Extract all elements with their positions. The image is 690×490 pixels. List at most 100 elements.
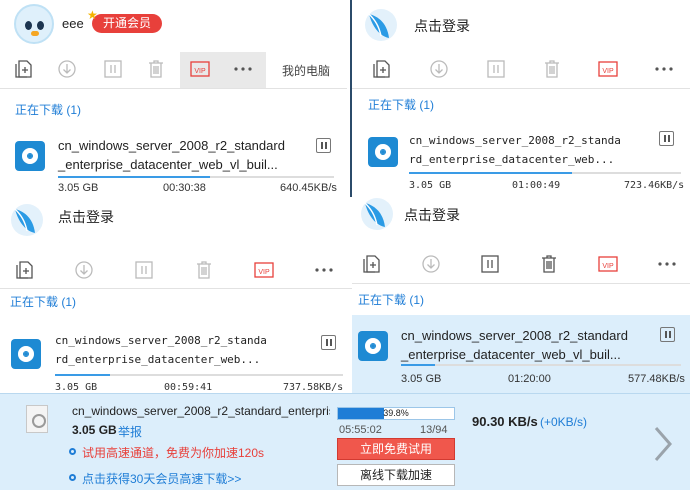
svg-text:VIP: VIP (602, 68, 614, 75)
more-icon[interactable] (233, 59, 253, 79)
header: 点击登录 (352, 0, 690, 48)
toolbar: VIP (352, 247, 690, 283)
svg-text:VIP: VIP (602, 263, 614, 270)
more-icon[interactable] (314, 260, 334, 280)
new-task-icon[interactable] (362, 254, 382, 274)
login-link[interactable]: 点击登录 (404, 205, 460, 225)
toolbar: VIP 我的电脑 (0, 52, 347, 88)
svg-text:VIP: VIP (194, 68, 206, 75)
file-size: 3.05 GB (55, 382, 98, 393)
file-name[interactable]: cn_windows_server_2008_r2_standard_enter… (72, 404, 330, 418)
my-computer-link[interactable]: 我的电脑 (282, 62, 330, 79)
delete-icon[interactable] (146, 59, 166, 79)
crown-icon: ★ (87, 8, 98, 22)
file-name-line1: cn_windows_server_2008_r2_standard (58, 138, 285, 153)
piece-count: 13/94 (420, 424, 448, 436)
pause-icon[interactable] (486, 59, 506, 79)
open-vip-button[interactable]: 开通会员 (92, 14, 162, 33)
new-task-icon[interactable] (372, 59, 392, 79)
document-file-icon (26, 405, 48, 433)
bullet-icon (69, 474, 76, 481)
pause-button[interactable] (316, 138, 331, 153)
disc-file-icon (11, 339, 41, 369)
download-speed: 640.45KB/s (280, 182, 337, 194)
avatar[interactable] (14, 4, 54, 44)
pause-button[interactable] (660, 327, 675, 342)
bird-logo-icon[interactable] (10, 203, 44, 237)
downloading-section-title[interactable]: 正在下载 (1) (368, 96, 434, 113)
start-download-icon[interactable] (429, 59, 449, 79)
file-size: 3.05 GB (72, 423, 117, 437)
new-task-icon[interactable] (14, 59, 34, 79)
pause-icon[interactable] (103, 59, 123, 79)
header: 点击登录 (0, 197, 352, 245)
more-icon[interactable] (654, 59, 674, 79)
vip-trial-panel: cn_windows_server_2008_r2_standard_enter… (0, 393, 690, 490)
progress-percent: 39.8% (383, 408, 409, 418)
progress-bar (409, 172, 681, 174)
more-icon[interactable] (657, 254, 677, 274)
vip-offer-link[interactable]: 点击获得30天会员高速下载>> (82, 470, 241, 487)
progress-bar (58, 176, 334, 178)
download-speed: 90.30 KB/s (472, 414, 538, 429)
elapsed-time: 00:59:41 (164, 382, 213, 393)
screenshot-collage: eee 开通会员 ★ VIP 我的电脑 正在下载 (1) cn_windows_… (0, 0, 690, 490)
divider (0, 88, 347, 89)
panel-guest-b: 点击登录 VIP 正在下载 (1) cn_windows_server_2008… (0, 197, 352, 393)
start-download-icon[interactable] (74, 260, 94, 280)
remaining-time: 05:55:02 (339, 424, 382, 436)
progress-fill (409, 172, 573, 174)
vip-icon[interactable]: VIP (254, 260, 274, 280)
file-name-line1: cn_windows_server_2008_r2_standa (55, 334, 267, 347)
file-name[interactable]: cn_windows_server_2008_r2_standard _ente… (58, 136, 285, 174)
speed-boost: (+0KB/s) (540, 415, 588, 429)
pause-button[interactable] (321, 335, 336, 350)
progress-fill (401, 364, 435, 366)
bird-logo-icon[interactable] (360, 197, 394, 231)
chevron-right-icon[interactable] (650, 424, 676, 464)
panel-logged-in: eee 开通会员 ★ VIP 我的电脑 正在下载 (1) cn_windows_… (0, 0, 347, 197)
file-size: 3.05 GB (401, 373, 442, 385)
delete-icon[interactable] (542, 59, 562, 79)
pause-icon[interactable] (480, 254, 500, 274)
trial-channel-text[interactable]: 试用高速通道，免费为你加速120s (82, 444, 264, 461)
disc-file-icon (358, 331, 388, 361)
downloading-section-title[interactable]: 正在下载 (1) (15, 101, 81, 118)
start-download-icon[interactable] (421, 254, 441, 274)
new-task-icon[interactable] (15, 260, 35, 280)
login-link[interactable]: 点击登录 (58, 207, 114, 227)
toolbar: VIP (0, 253, 352, 289)
pause-icon[interactable] (134, 260, 154, 280)
progress-fill (58, 176, 210, 178)
downloading-section-title[interactable]: 正在下载 (1) (10, 293, 76, 310)
progress-bar: 39.8% (337, 407, 455, 420)
file-name[interactable]: cn_windows_server_2008_r2_standard _ente… (401, 326, 628, 364)
delete-icon[interactable] (194, 260, 214, 280)
pause-button[interactable] (659, 131, 674, 146)
bullet-icon (69, 448, 76, 455)
panel-guest-c: 点击登录 VIP 正在下载 (1) cn_windows_server_2008… (352, 197, 690, 393)
divider (352, 283, 690, 284)
disc-file-icon (15, 141, 45, 171)
toolbar: VIP (352, 52, 690, 88)
vip-icon[interactable]: VIP (598, 59, 618, 79)
login-link[interactable]: 点击登录 (414, 16, 470, 36)
vip-icon[interactable]: VIP (190, 59, 210, 79)
username[interactable]: eee (62, 16, 84, 31)
elapsed-time: 01:20:00 (508, 373, 551, 385)
divider (0, 288, 352, 289)
bird-logo-icon[interactable] (364, 8, 398, 42)
file-name-line1: cn_windows_server_2008_r2_standard (401, 328, 628, 343)
delete-icon[interactable] (539, 254, 559, 274)
header: 点击登录 (352, 197, 690, 245)
file-name[interactable]: cn_windows_server_2008_r2_standa rd_ente… (409, 131, 621, 169)
file-name[interactable]: cn_windows_server_2008_r2_standa rd_ente… (55, 331, 267, 369)
start-download-icon[interactable] (57, 59, 77, 79)
vip-icon[interactable]: VIP (598, 254, 618, 274)
free-trial-button[interactable]: 立即免费试用 (337, 438, 455, 460)
report-link[interactable]: 举报 (118, 423, 142, 440)
divider (352, 88, 690, 89)
downloading-section-title[interactable]: 正在下载 (1) (358, 291, 424, 308)
offline-acceleration-button[interactable]: 离线下载加速 (337, 464, 455, 486)
file-name-line2: _enterprise_datacenter_web_vl_buil... (401, 347, 621, 362)
